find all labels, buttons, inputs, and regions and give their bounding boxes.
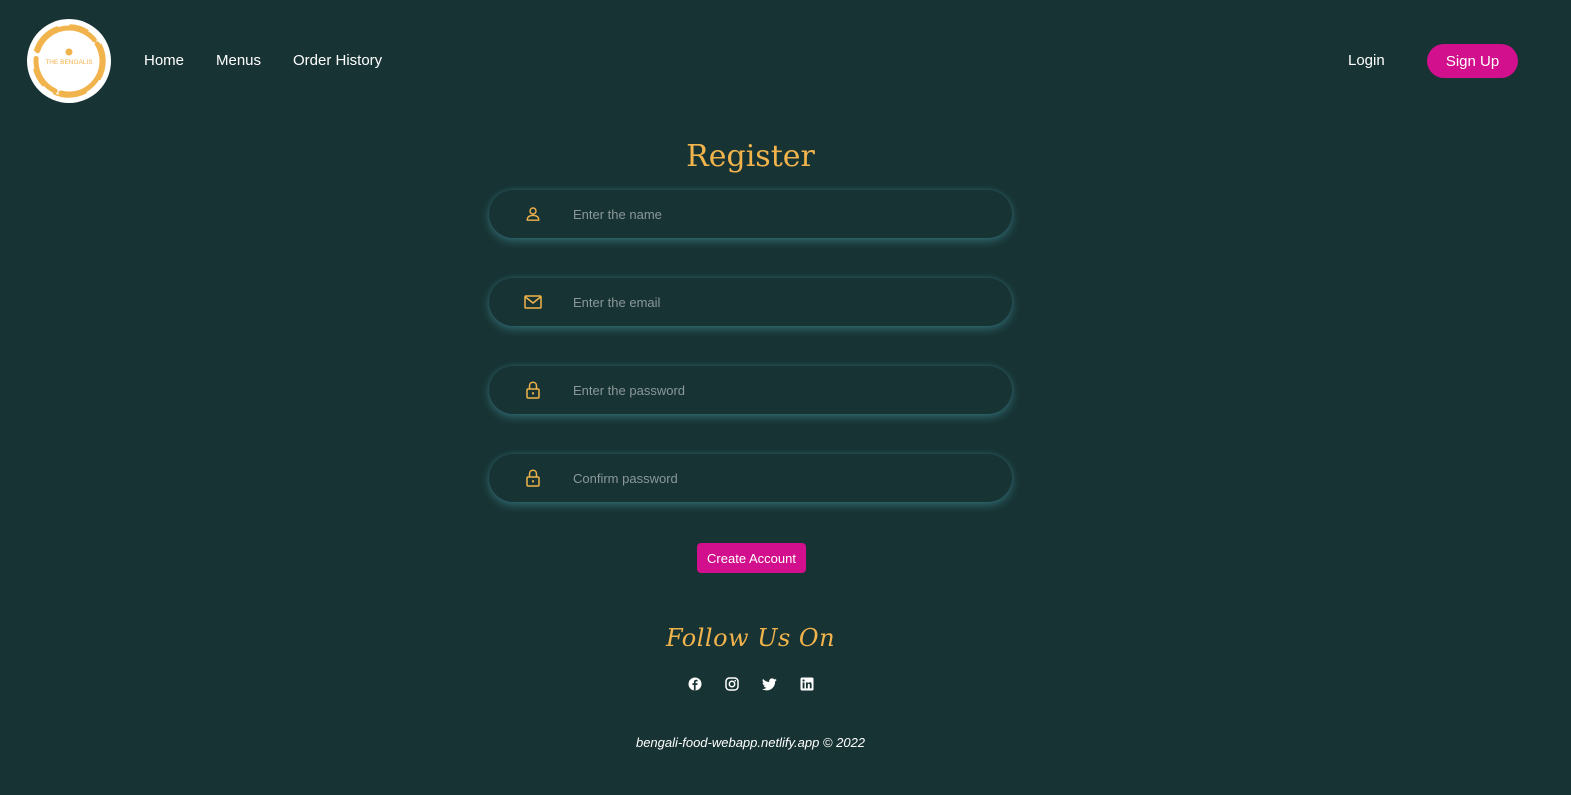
follow-us-title: Follow Us On (665, 624, 836, 652)
email-input[interactable] (573, 278, 983, 326)
register-title: Register (686, 139, 815, 174)
lock-icon (523, 380, 543, 400)
logo-text: THE BENGALIS (45, 59, 93, 66)
nav-order-history[interactable]: Order History (293, 51, 382, 71)
create-account-button[interactable]: Create Account (697, 543, 806, 573)
brand-logo[interactable]: THE BENGALIS (27, 19, 111, 103)
instagram-icon[interactable] (724, 676, 740, 692)
name-field (489, 190, 1012, 238)
confirm-password-input[interactable] (573, 454, 983, 502)
signup-button[interactable]: Sign Up (1427, 44, 1518, 78)
password-field (489, 366, 1012, 414)
email-field (489, 278, 1012, 326)
footer-copyright: bengali-food-webapp.netlify.app © 2022 (635, 735, 866, 750)
lock-icon (523, 468, 543, 488)
facebook-icon[interactable] (687, 676, 703, 692)
password-input[interactable] (573, 366, 983, 414)
mail-icon (523, 292, 543, 312)
nav-home[interactable]: Home (144, 51, 184, 71)
linkedin-icon[interactable] (799, 676, 815, 692)
nav-menus[interactable]: Menus (216, 51, 261, 71)
twitter-icon[interactable] (761, 676, 777, 692)
name-input[interactable] (573, 190, 983, 238)
logo-ring-icon: THE BENGALIS (32, 24, 106, 98)
user-icon (523, 204, 543, 224)
confirm-password-field (489, 454, 1012, 502)
login-link[interactable]: Login (1348, 51, 1385, 71)
